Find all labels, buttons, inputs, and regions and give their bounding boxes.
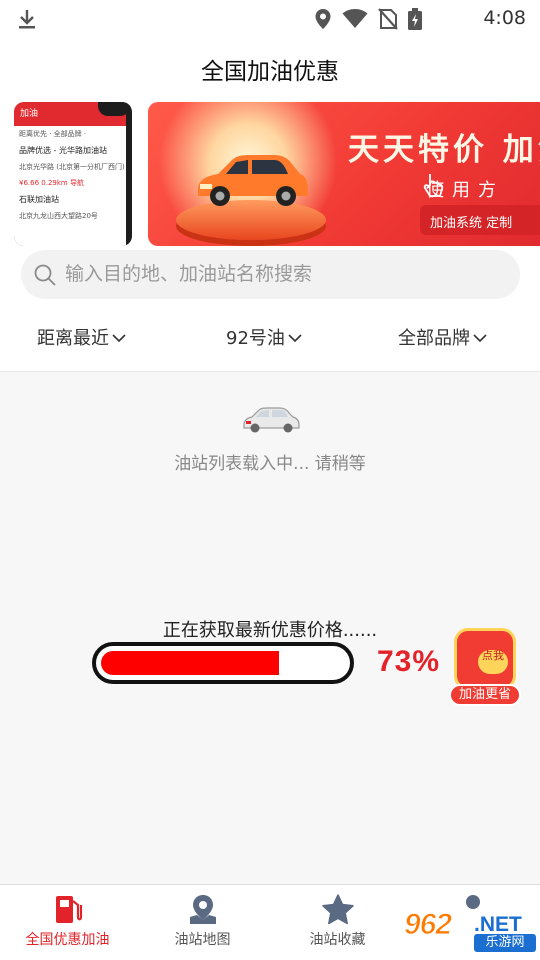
phone-row-price: ¥6.66 0.29km 导航 — [19, 179, 84, 187]
progress-bar — [92, 642, 354, 684]
app-header: 全国加油优惠 — [0, 38, 540, 100]
search-bar[interactable] — [21, 250, 520, 299]
tab-label: 全国优惠加油 — [25, 932, 110, 948]
red-packet-button[interactable]: 点我 加油更省 — [449, 628, 521, 706]
brand-dropdown[interactable]: 全部品牌 — [398, 324, 487, 350]
tab-national-discount[interactable]: 全国优惠加油 — [0, 893, 135, 949]
watermark-cn: 乐游网 — [474, 934, 536, 952]
loading-text: 油站列表载入中... 请稍等 — [174, 454, 366, 474]
status-time: 4:08 — [483, 7, 526, 29]
chevron-down-icon — [473, 334, 487, 343]
banner-footer: 加油系统 定制 — [430, 216, 513, 231]
banner-slide-daily-deals[interactable]: 天天特价 加油 使用方 加油系统 定制 — [148, 102, 540, 246]
wifi-icon — [342, 9, 368, 28]
filter-bar: 距离最近 92号油 全部品牌 — [0, 306, 540, 372]
sort-dropdown-label: 距离最近 — [37, 328, 109, 349]
sort-dropdown[interactable]: 距离最近 — [37, 324, 126, 350]
banner-headline: 天天特价 加油 — [348, 132, 540, 168]
phone-row-filters: 距离优先 · 全部品牌 · — [19, 130, 87, 138]
phone-notch — [98, 102, 130, 116]
tab-favorite-stations[interactable]: 油站收藏 — [270, 893, 405, 949]
search-input[interactable] — [65, 256, 505, 292]
phone-row-station-name: 品牌优选 - 光华路加油站 — [19, 146, 107, 155]
phone-row-address: 北京光华路 (北京第一分机厂西门) — [19, 163, 125, 171]
download-icon — [19, 10, 35, 29]
chevron-down-icon — [288, 334, 302, 343]
progress-percent: 73% — [377, 645, 441, 678]
banner-subline: 使用方 — [426, 180, 504, 201]
no-sim-icon — [378, 8, 398, 30]
search-icon — [34, 264, 56, 286]
map-pin-icon — [189, 895, 216, 924]
tab-label: 油站收藏 — [309, 932, 366, 948]
phone-mockup: 加油 距离优先 · 全部品牌 · 品牌优选 - 光华路加油站 北京光华路 (北京… — [14, 102, 130, 246]
search-section — [0, 250, 540, 306]
fuel-type-dropdown-label: 92号油 — [226, 328, 285, 349]
red-packet-label: 加油更省 — [449, 684, 521, 706]
phone-row-station-name-2: 石联加油站 — [19, 195, 59, 204]
status-bar: 4:08 — [0, 0, 540, 38]
chevron-down-icon — [112, 334, 126, 343]
brand-dropdown-label: 全部品牌 — [398, 328, 470, 349]
red-envelope-icon: 点我 — [454, 628, 516, 690]
phone-row-address-2: 北京九龙山西大望路20号 — [19, 212, 98, 220]
banner-carousel[interactable]: 加油 距离优先 · 全部品牌 · 品牌优选 - 光华路加油站 北京光华路 (北京… — [0, 100, 540, 250]
tab-label: 油站地图 — [174, 932, 231, 948]
tab-station-map[interactable]: 油站地图 — [135, 893, 270, 949]
car-icon — [243, 407, 300, 433]
banner-slide-app-preview[interactable]: 加油 距离优先 · 全部品牌 · 品牌优选 - 光华路加油站 北京光华路 (北京… — [14, 102, 132, 246]
page-title: 全国加油优惠 — [201, 59, 339, 85]
red-packet-seal: 点我 — [478, 650, 508, 674]
location-icon — [315, 9, 331, 29]
star-icon — [321, 894, 354, 925]
fuel-type-dropdown[interactable]: 92号油 — [226, 324, 302, 350]
watermark-number: 962 — [403, 908, 452, 942]
battery-charging-icon — [408, 8, 422, 30]
phone-header: 加油 — [14, 102, 130, 126]
phone-header-label: 加油 — [20, 109, 39, 119]
watermark-logo: 962 .NET 乐游网 — [402, 894, 538, 956]
gas-pump-icon — [55, 896, 82, 923]
orange-car-icon — [198, 155, 308, 206]
progress-bar-fill — [101, 651, 279, 675]
